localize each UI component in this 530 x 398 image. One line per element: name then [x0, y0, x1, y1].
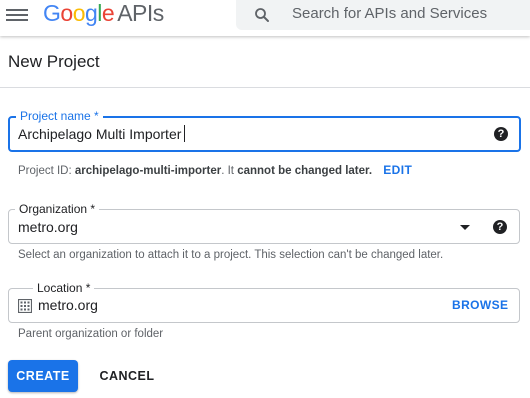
search-bar[interactable]: Search for APIs and Services — [236, 0, 530, 30]
organization-helper: Select an organization to attach it to a… — [18, 249, 444, 261]
cancel-button[interactable]: CANCEL — [94, 360, 160, 392]
organization-label: Organization * — [15, 202, 100, 216]
organization-field[interactable]: Organization * metro.org ? — [8, 202, 520, 244]
project-id-value: archipelago-multi-importer — [74, 165, 222, 177]
project-id-helper: Project ID: archipelago-multi-importer. … — [18, 163, 412, 177]
project-id-middle: . It — [221, 165, 238, 177]
location-label: Location * — [33, 281, 95, 295]
project-name-label: Project name * — [16, 109, 103, 123]
logo-e: e — [101, 0, 115, 26]
logo-o2: o — [72, 0, 86, 26]
search-input[interactable]: Search for APIs and Services — [292, 5, 487, 22]
project-id-prefix: Project ID: — [18, 165, 75, 177]
location-value: metro.org — [38, 297, 98, 313]
help-icon[interactable]: ? — [494, 127, 508, 141]
location-helper: Parent organization or folder — [18, 328, 164, 340]
logo-suffix: APIs — [117, 0, 164, 26]
help-icon[interactable]: ? — [493, 220, 507, 234]
project-name-input[interactable]: Archipelago Multi Importer — [18, 126, 181, 142]
organization-select[interactable]: metro.org — [18, 219, 78, 235]
title-divider — [0, 87, 530, 88]
hamburger-menu-icon[interactable] — [6, 6, 28, 24]
search-icon[interactable] — [253, 6, 271, 24]
page-title: New Project — [8, 52, 100, 71]
logo-o1: o — [60, 0, 73, 26]
text-cursor — [184, 125, 185, 142]
create-button[interactable]: CREATE — [8, 360, 78, 392]
chevron-down-icon[interactable] — [460, 225, 470, 230]
browse-button[interactable]: BROWSE — [452, 298, 508, 312]
logo-g: G — [43, 0, 61, 26]
building-icon — [18, 299, 32, 313]
logo-g2: g — [84, 0, 98, 26]
location-field[interactable]: Location * metro.org BROWSE — [8, 281, 520, 323]
edit-link[interactable]: EDIT — [383, 163, 412, 177]
project-name-field[interactable]: Project name * Archipelago Multi Importe… — [8, 109, 521, 152]
google-apis-logo[interactable]: Google APIs — [43, 0, 164, 26]
project-id-warning: cannot be changed later. — [237, 165, 373, 177]
top-bar: Google APIs Search for APIs and Services — [0, 0, 530, 36]
